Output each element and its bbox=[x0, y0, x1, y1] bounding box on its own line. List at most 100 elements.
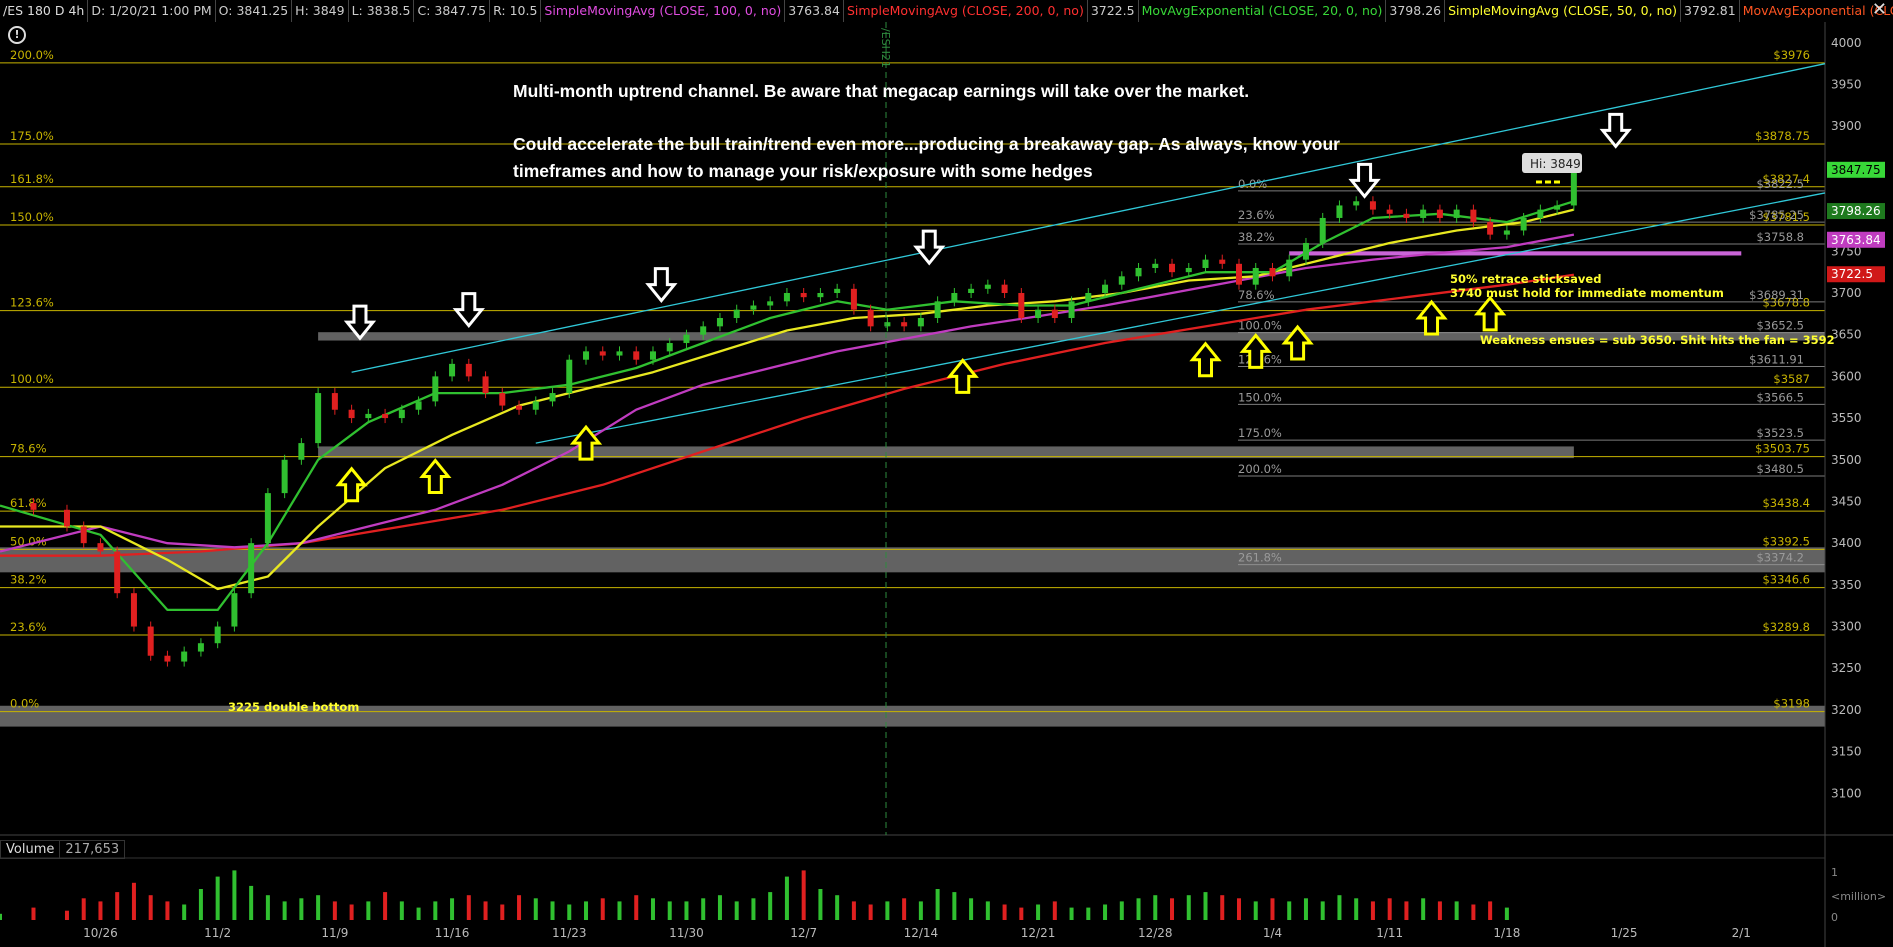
candle-body bbox=[1051, 309, 1058, 319]
candle-body bbox=[683, 334, 690, 344]
annotation-line-1: Multi-month uptrend channel. Be aware th… bbox=[513, 81, 1250, 101]
candle-body bbox=[532, 401, 539, 410]
volume-bar bbox=[249, 885, 254, 920]
volume-bar bbox=[1253, 901, 1258, 920]
candle-body bbox=[800, 293, 807, 298]
candle-body bbox=[130, 593, 137, 627]
fib-price-label-right: $3822.5 bbox=[1756, 177, 1804, 191]
volume-bar bbox=[1354, 898, 1359, 920]
volume-bar bbox=[801, 870, 806, 920]
candle-body bbox=[1520, 217, 1527, 231]
fib-label: 0.0% bbox=[10, 697, 39, 711]
volume-bar bbox=[1404, 901, 1409, 920]
down-arrow bbox=[1599, 112, 1632, 149]
volume-bar bbox=[299, 898, 304, 920]
candle-body bbox=[549, 393, 556, 402]
volume-bar bbox=[952, 892, 957, 920]
volume-bar bbox=[131, 882, 136, 920]
volume-bar bbox=[985, 901, 990, 920]
volume-bar bbox=[851, 901, 856, 920]
x-tick-label: 1/25 bbox=[1611, 926, 1638, 940]
volume-bar bbox=[366, 901, 371, 920]
candle-body bbox=[566, 359, 573, 394]
candle-body bbox=[984, 284, 991, 289]
candle-body bbox=[1436, 209, 1443, 218]
candle-body bbox=[968, 288, 975, 293]
x-tick-label: 12/14 bbox=[904, 926, 939, 940]
fib-label-right: 78.6% bbox=[1238, 288, 1275, 302]
candle-body bbox=[382, 413, 389, 419]
y-tick-label: 3500 bbox=[1831, 453, 1862, 467]
candle-body bbox=[1386, 209, 1393, 214]
candle-body bbox=[181, 651, 188, 662]
support-zones bbox=[0, 251, 1825, 727]
candle-body bbox=[97, 543, 104, 552]
y-tick-label: 3600 bbox=[1831, 369, 1862, 383]
y-tick-label: 3300 bbox=[1831, 620, 1862, 634]
volume-bar bbox=[1387, 898, 1392, 920]
double-bottom-note: 3225 double bottom bbox=[228, 700, 359, 714]
volume-bar bbox=[349, 904, 354, 920]
up-arrow bbox=[1281, 324, 1314, 361]
candle-body bbox=[63, 509, 70, 527]
candle-body bbox=[1570, 170, 1577, 206]
volume-bar bbox=[1236, 898, 1241, 920]
candle-body bbox=[1068, 301, 1075, 319]
candle-body bbox=[214, 626, 221, 644]
volume-bar bbox=[1186, 895, 1191, 920]
volume-bar bbox=[64, 910, 69, 920]
candle-body bbox=[465, 363, 472, 377]
fib-label: 150.0% bbox=[10, 210, 54, 224]
volume-axis-label: 0 bbox=[1831, 911, 1838, 924]
volume-bar bbox=[600, 898, 605, 920]
sma200-line bbox=[0, 273, 1575, 557]
candle-body bbox=[30, 503, 37, 510]
fib-price-label-right: $3523.5 bbox=[1756, 426, 1804, 440]
volume-bar bbox=[500, 904, 505, 920]
x-tick-label: 2/1 bbox=[1732, 926, 1751, 940]
fib-label-right: 38.2% bbox=[1238, 230, 1275, 244]
x-tick-label: 11/16 bbox=[435, 926, 470, 940]
volume-bar bbox=[835, 895, 840, 920]
fib-label: 38.2% bbox=[10, 573, 47, 587]
volume-bar bbox=[1270, 898, 1275, 920]
candle-body bbox=[583, 351, 590, 360]
x-tick-label: 1/18 bbox=[1493, 926, 1520, 940]
y-tick-label: 3450 bbox=[1831, 494, 1862, 508]
y-tick-label: 3400 bbox=[1831, 536, 1862, 550]
candle-body bbox=[817, 293, 824, 298]
fib-price-label: $3976 bbox=[1773, 48, 1810, 62]
candle-body bbox=[1353, 201, 1360, 206]
up-arrow bbox=[1189, 341, 1222, 378]
volume-bar bbox=[1069, 907, 1074, 920]
candle-body bbox=[1319, 217, 1326, 243]
up-arrow bbox=[419, 458, 452, 494]
candle-body bbox=[248, 543, 255, 594]
support-zone bbox=[0, 547, 1825, 573]
y-tick-label: 3200 bbox=[1831, 703, 1862, 717]
candle-body bbox=[1219, 259, 1226, 264]
volume-bar bbox=[1103, 904, 1108, 920]
volume-bar bbox=[784, 876, 789, 920]
volume-bar bbox=[885, 901, 890, 920]
fib-label: 200.0% bbox=[10, 48, 54, 62]
candle-body bbox=[1185, 267, 1192, 273]
candle-body bbox=[1302, 242, 1309, 260]
candle-body bbox=[1018, 293, 1025, 319]
candle-body bbox=[1286, 259, 1293, 277]
price-badge-text: 3722.5 bbox=[1831, 267, 1873, 281]
up-arrow bbox=[1473, 295, 1507, 332]
volume-bar bbox=[1136, 898, 1141, 920]
candle-body bbox=[884, 322, 891, 327]
candle-body bbox=[298, 443, 305, 460]
volume-bar bbox=[768, 892, 773, 920]
candle-body bbox=[482, 376, 489, 394]
candle-body bbox=[1202, 259, 1209, 268]
candle-body bbox=[415, 401, 422, 410]
volume-bar bbox=[533, 898, 538, 920]
channel-line bbox=[535, 192, 1826, 444]
candle-body bbox=[850, 288, 857, 310]
volume-axis-label: 1 bbox=[1831, 866, 1838, 879]
candle-body bbox=[1554, 205, 1561, 210]
volume-bar bbox=[383, 892, 388, 920]
